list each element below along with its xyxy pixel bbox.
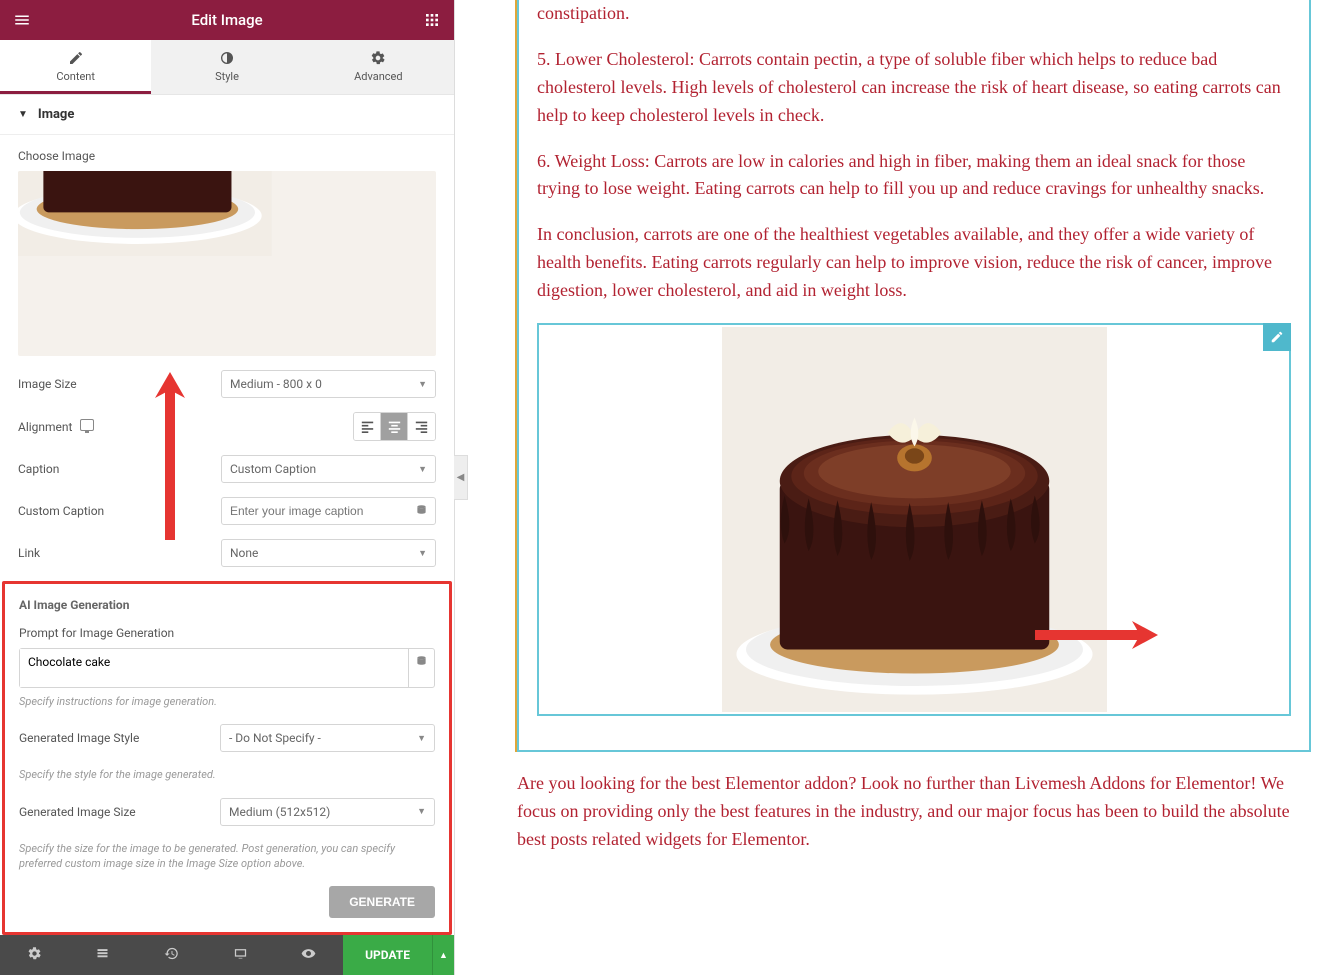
alignment-label: Alignment [18, 419, 94, 434]
gen-style-hint: Specify the style for the image generate… [19, 767, 435, 782]
prompt-input[interactable] [20, 649, 408, 687]
canvas-preview: constipation. 5. Lower Cholesterol: Carr… [455, 0, 1331, 975]
article-paragraph: constipation. [537, 0, 1291, 28]
image-widget[interactable] [537, 323, 1291, 716]
gen-style-select[interactable]: - Do Not Specify -▼ [220, 724, 435, 752]
dynamic-tags-icon[interactable] [416, 504, 427, 518]
responsive-icon[interactable] [80, 419, 94, 431]
custom-caption-input[interactable] [221, 497, 436, 525]
section-image[interactable]: ▼ Image [0, 95, 454, 135]
settings-icon[interactable] [0, 936, 69, 975]
panel-header: Edit Image [0, 0, 454, 40]
article-section[interactable]: constipation. 5. Lower Cholesterol: Carr… [517, 0, 1311, 752]
tab-style[interactable]: Style [151, 40, 302, 94]
gen-size-hint: Specify the size for the image to be gen… [19, 841, 435, 872]
article-paragraph: 6. Weight Loss: Carrots are low in calor… [537, 148, 1291, 204]
responsive-icon[interactable] [206, 936, 275, 975]
prompt-label: Prompt for Image Generation [19, 626, 435, 640]
generated-image [722, 327, 1107, 712]
update-options-button[interactable]: ▲ [432, 935, 454, 975]
image-thumbnail[interactable] [18, 171, 436, 356]
panel-footer: UPDATE ▲ [0, 935, 454, 975]
article-paragraph: Are you looking for the best Elementor a… [515, 770, 1311, 854]
ai-generation-section: AI Image Generation Prompt for Image Gen… [2, 581, 452, 935]
chevron-down-icon: ▼ [417, 733, 426, 744]
caption-label: Caption [18, 462, 59, 476]
update-button[interactable]: UPDATE [343, 935, 432, 975]
tab-content[interactable]: Content [0, 40, 151, 94]
preview-icon[interactable] [275, 936, 344, 975]
apps-icon[interactable] [422, 10, 442, 30]
alignment-buttons [353, 412, 436, 441]
chevron-down-icon: ▼ [418, 379, 427, 390]
image-size-select[interactable]: Medium - 800 x 0▼ [221, 370, 436, 398]
chevron-down-icon: ▼ [418, 464, 427, 475]
gen-style-label: Generated Image Style [19, 731, 139, 745]
ai-title: AI Image Generation [19, 598, 435, 612]
panel-tabs: Content Style Advanced [0, 40, 454, 95]
choose-image-label: Choose Image [18, 149, 436, 163]
article-paragraph: In conclusion, carrots are one of the he… [537, 221, 1291, 305]
align-right-button[interactable] [408, 413, 435, 440]
article-paragraph: 5. Lower Cholesterol: Carrots contain pe… [537, 46, 1291, 130]
prompt-hint: Specify instructions for image generatio… [19, 694, 435, 709]
panel-title: Edit Image [32, 11, 422, 29]
menu-icon[interactable] [12, 10, 32, 30]
caret-down-icon: ▼ [18, 109, 28, 120]
caption-select[interactable]: Custom Caption▼ [221, 455, 436, 483]
history-icon[interactable] [137, 936, 206, 975]
gen-size-label: Generated Image Size [19, 805, 136, 819]
link-select[interactable]: None▼ [221, 539, 436, 567]
align-left-button[interactable] [354, 413, 381, 440]
edit-widget-button[interactable] [1263, 323, 1291, 351]
tab-advanced[interactable]: Advanced [303, 40, 454, 94]
chevron-down-icon: ▼ [418, 548, 427, 559]
custom-caption-label: Custom Caption [18, 504, 104, 518]
navigator-icon[interactable] [69, 936, 138, 975]
generate-button[interactable]: GENERATE [329, 886, 435, 918]
link-label: Link [18, 546, 40, 560]
chevron-down-icon: ▼ [417, 806, 426, 817]
gen-size-select[interactable]: Medium (512x512)▼ [220, 798, 435, 826]
align-center-button[interactable] [381, 413, 408, 440]
dynamic-tags-icon[interactable] [408, 649, 434, 687]
image-size-label: Image Size [18, 377, 77, 391]
